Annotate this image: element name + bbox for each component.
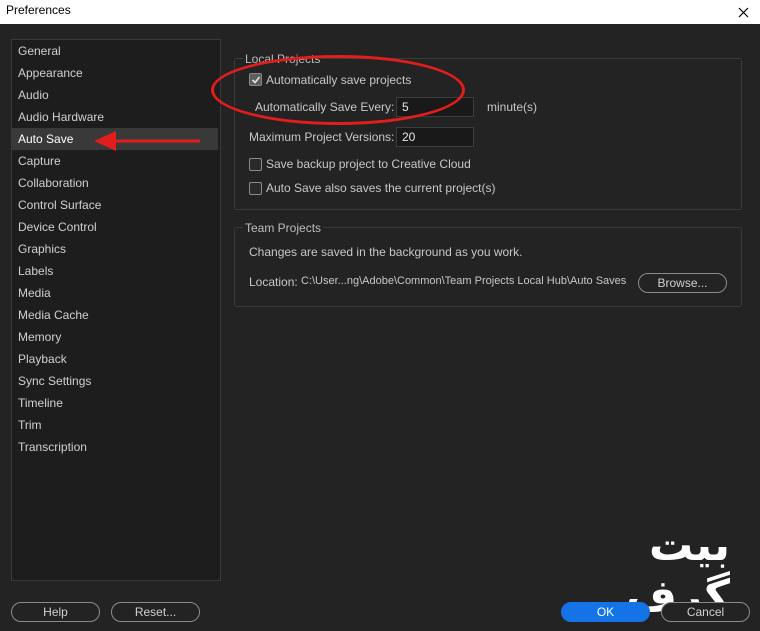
- team-projects-description: Changes are saved in the background as y…: [249, 245, 523, 259]
- sidebar-item-timeline[interactable]: Timeline: [12, 392, 218, 414]
- cancel-button[interactable]: Cancel: [661, 602, 750, 622]
- preferences-category-list: General Appearance Audio Audio Hardware …: [11, 39, 221, 581]
- reset-button[interactable]: Reset...: [111, 602, 200, 622]
- backup-cloud-checkbox[interactable]: [249, 158, 262, 171]
- team-projects-title: Team Projects: [243, 221, 324, 235]
- ok-button[interactable]: OK: [561, 602, 650, 622]
- help-button[interactable]: Help: [11, 602, 100, 622]
- location-path: C:\User...ng\Adobe\Common\Team Projects …: [301, 275, 627, 287]
- sidebar-item-audio-hardware[interactable]: Audio Hardware: [12, 106, 218, 128]
- watermark-logo: بیت گرف: [625, 520, 730, 622]
- window-title: Preferences: [6, 3, 71, 17]
- max-versions-input[interactable]: 20: [396, 127, 474, 147]
- sidebar-item-media[interactable]: Media: [12, 282, 218, 304]
- close-icon: [738, 7, 748, 17]
- title-bar: Preferences: [0, 0, 760, 24]
- sidebar-item-collaboration[interactable]: Collaboration: [12, 172, 218, 194]
- sidebar-item-appearance[interactable]: Appearance: [12, 62, 218, 84]
- sidebar-item-transcription[interactable]: Transcription: [12, 436, 218, 458]
- backup-cloud-label: Save backup project to Creative Cloud: [266, 157, 471, 171]
- red-arrow-icon: [94, 131, 200, 151]
- location-label: Location:: [249, 275, 298, 289]
- save-every-unit: minute(s): [487, 100, 538, 114]
- browse-button[interactable]: Browse...: [638, 273, 727, 293]
- sidebar-item-control-surface[interactable]: Control Surface: [12, 194, 218, 216]
- sidebar-item-general[interactable]: General: [12, 40, 218, 62]
- sidebar-item-graphics[interactable]: Graphics: [12, 238, 218, 260]
- sidebar-item-memory[interactable]: Memory: [12, 326, 218, 348]
- sidebar-item-labels[interactable]: Labels: [12, 260, 218, 282]
- sidebar-item-audio[interactable]: Audio: [12, 84, 218, 106]
- close-button[interactable]: [726, 0, 760, 24]
- save-current-label: Auto Save also saves the current project…: [266, 181, 496, 195]
- sidebar-item-sync-settings[interactable]: Sync Settings: [12, 370, 218, 392]
- team-projects-group: [234, 227, 742, 307]
- sidebar-item-media-cache[interactable]: Media Cache: [12, 304, 218, 326]
- highlight-ellipse: [211, 55, 465, 125]
- sidebar-item-playback[interactable]: Playback: [12, 348, 218, 370]
- save-current-checkbox[interactable]: [249, 182, 262, 195]
- sidebar-item-device-control[interactable]: Device Control: [12, 216, 218, 238]
- max-versions-label: Maximum Project Versions:: [249, 130, 395, 144]
- sidebar-item-trim[interactable]: Trim: [12, 414, 218, 436]
